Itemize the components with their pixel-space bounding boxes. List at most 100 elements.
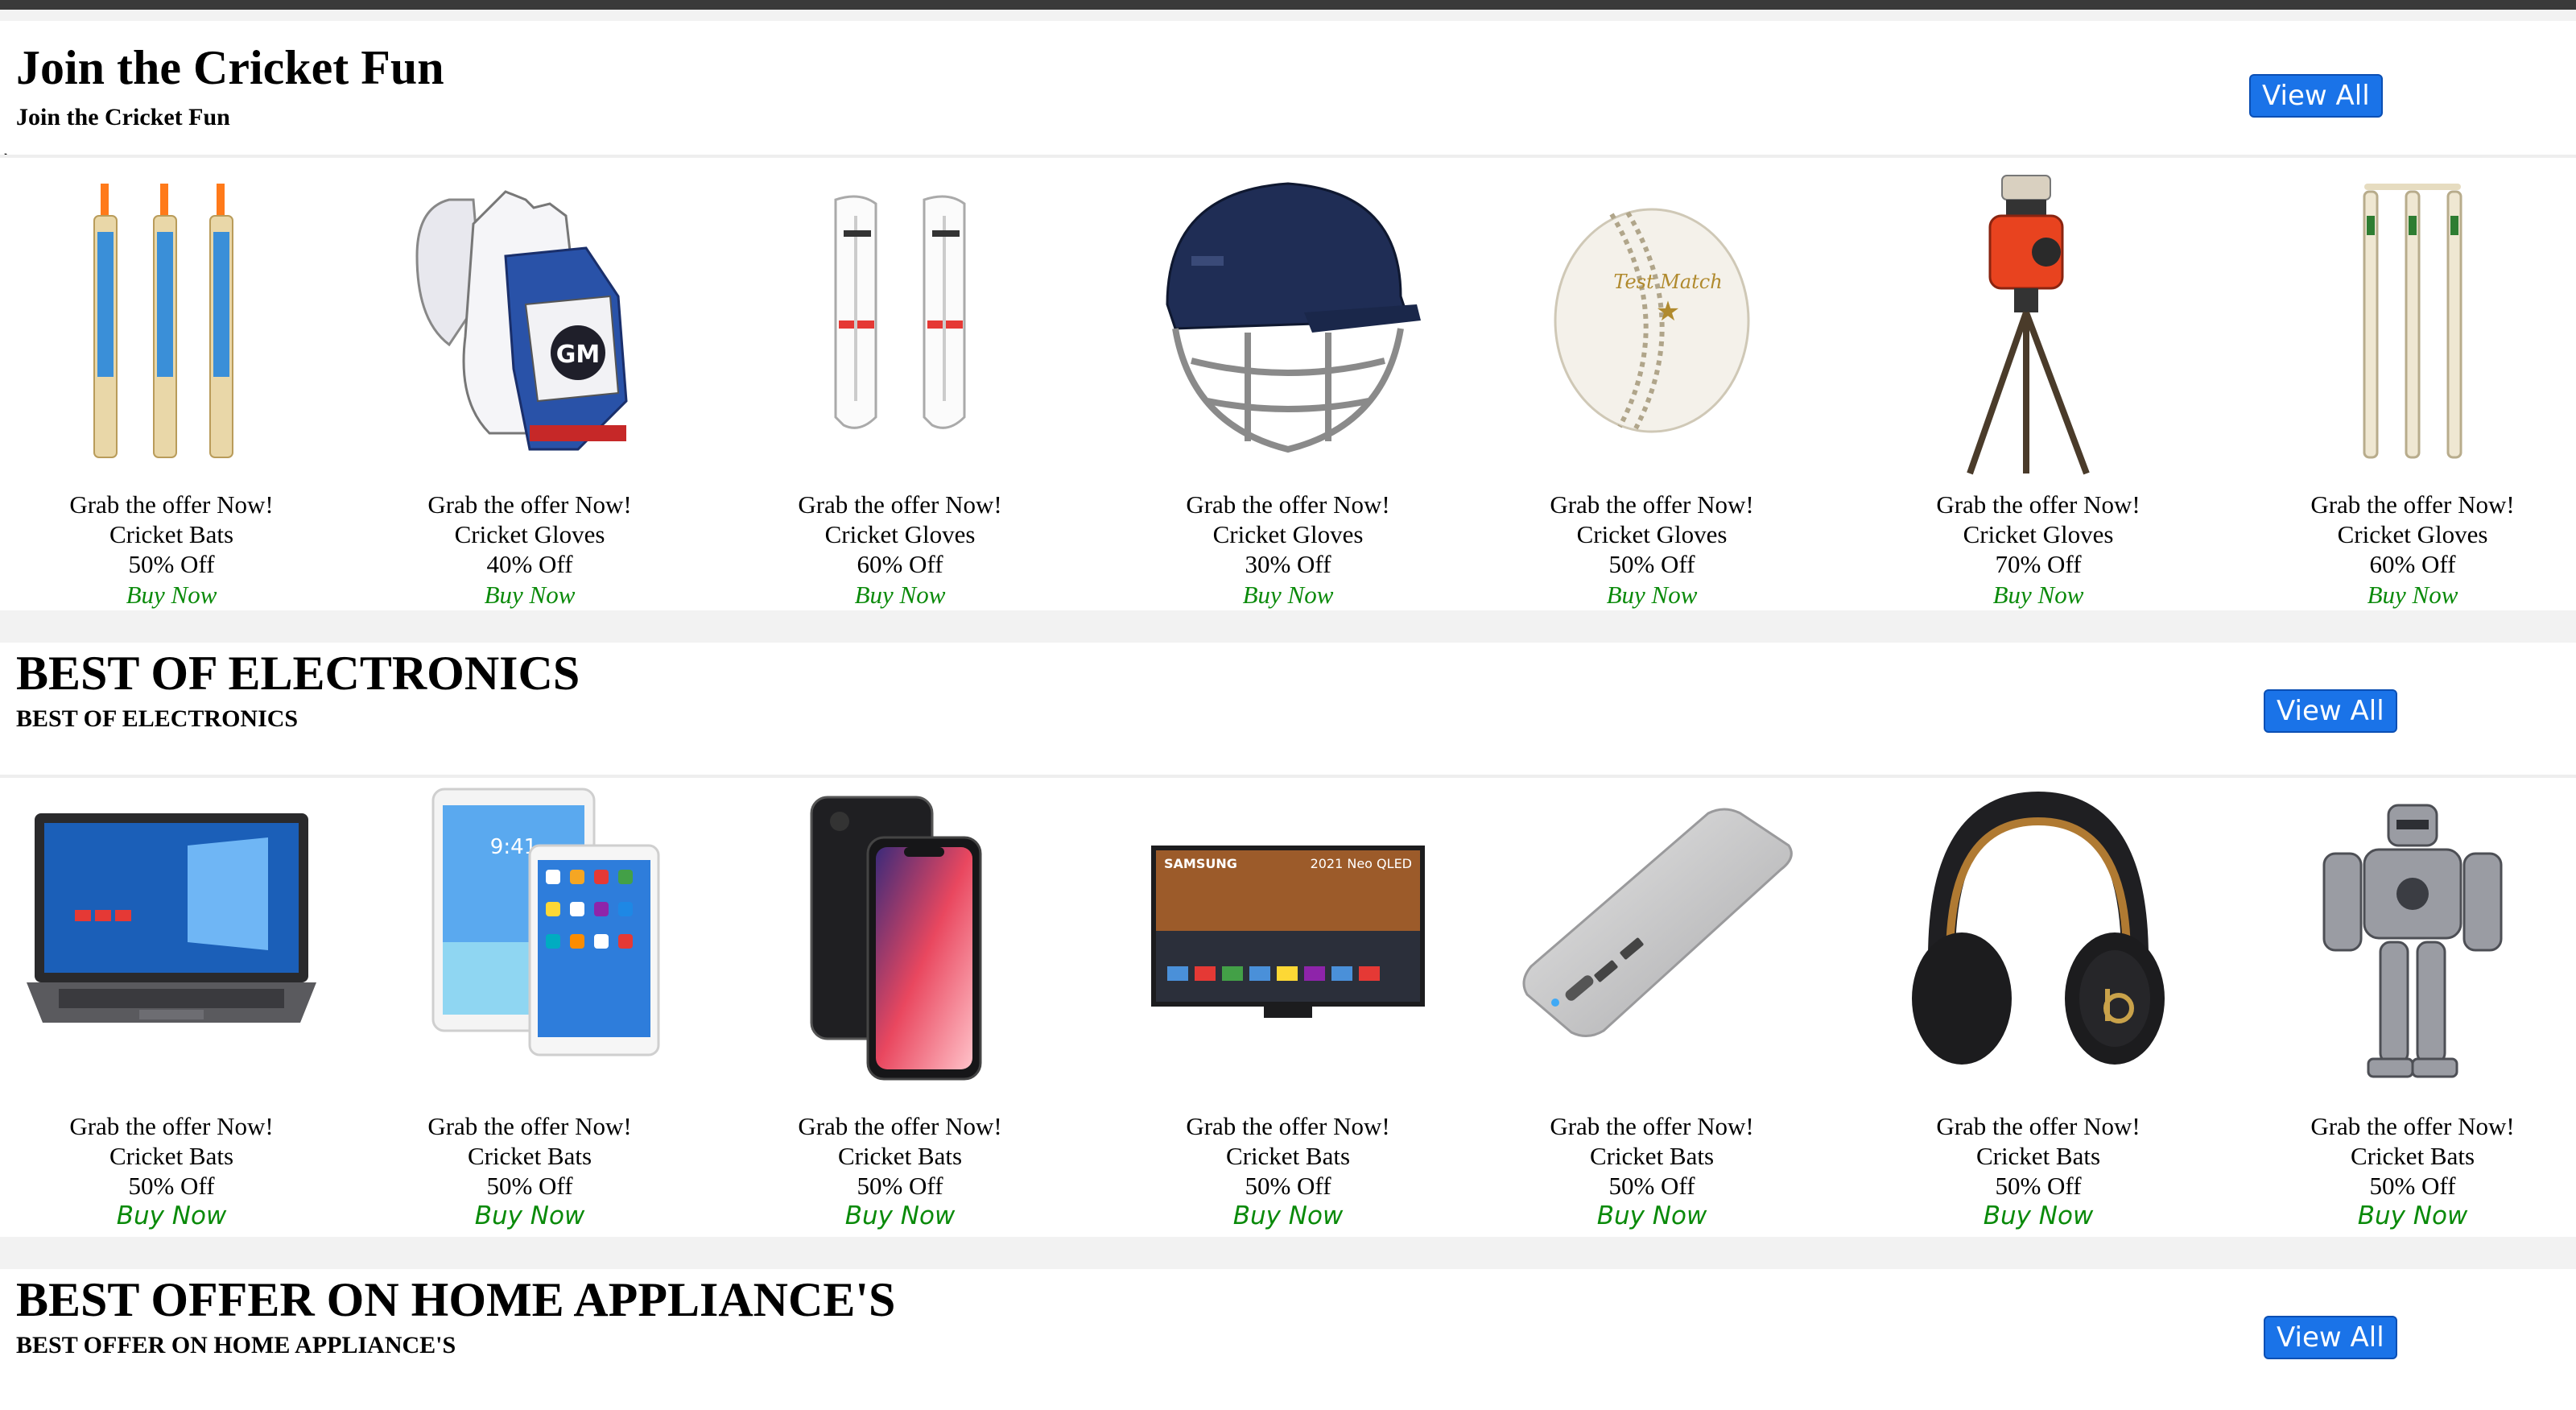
section-title: BEST OF ELECTRONICS xyxy=(16,647,580,700)
television-icon: SAMSUNG 2021 Neo QLED xyxy=(1143,781,1433,1103)
cricket-bats-icon xyxy=(27,159,316,482)
product-discount: 50% Off xyxy=(1608,1172,1695,1200)
product-discount: 50% Off xyxy=(128,550,215,578)
section-header: BEST OF ELECTRONICS BEST OF ELECTRONICS … xyxy=(0,643,2576,771)
cricket-helmet-icon xyxy=(1143,159,1433,482)
product-name: Cricket Gloves xyxy=(454,520,605,548)
section-subtitle: Join the Cricket Fun xyxy=(16,104,230,130)
product-discount: 50% Off xyxy=(128,1172,215,1200)
section-subtitle: BEST OF ELECTRONICS xyxy=(16,705,299,732)
cricket-ball-icon: Test Match ★ xyxy=(1507,159,1797,482)
product-tagline: Grab the offer Now! xyxy=(1550,1112,1754,1140)
svg-text:★: ★ xyxy=(1656,296,1680,328)
laptop-icon xyxy=(27,781,316,1103)
section-title: Join the Cricket Fun xyxy=(16,41,444,94)
browser-top-edge xyxy=(0,0,2576,10)
buy-now-link[interactable]: Buy Now xyxy=(10,1201,332,1231)
section-subtitle: BEST OFFER ON HOME APPLIANCE'S xyxy=(16,1332,456,1358)
product-tagline: Grab the offer Now! xyxy=(1936,490,2140,519)
product-card[interactable]: Grab the offer Now! Cricket Gloves 60% O… xyxy=(739,159,1061,610)
product-tagline: Grab the offer Now! xyxy=(1936,1112,2140,1140)
buy-now-link[interactable]: Buy Now xyxy=(10,580,332,610)
product-card[interactable]: Grab the offer Now! Cricket Bats 50% Off… xyxy=(10,781,332,1232)
product-discount: 70% Off xyxy=(1995,550,2082,578)
product-name: Cricket Bats xyxy=(1225,1142,1351,1170)
bowling-machine-icon xyxy=(1893,159,2183,482)
robot-toy-icon xyxy=(2268,781,2557,1103)
product-name: Cricket Bats xyxy=(1975,1142,2101,1170)
section-cricket: Join the Cricket Fun Join the Cricket Fu… xyxy=(0,21,2576,610)
product-name: Cricket Bats xyxy=(109,1142,234,1170)
svg-text:2021 Neo QLED: 2021 Neo QLED xyxy=(1311,856,1412,871)
buy-now-link[interactable]: Buy Now xyxy=(1877,580,2199,610)
product-card[interactable]: Grab the offer Now! Cricket Bats 50% Off… xyxy=(739,781,1061,1232)
product-tagline: Grab the offer Now! xyxy=(798,1112,1002,1140)
section-header: BEST OFFER ON HOME APPLIANCE'S BEST OFFE… xyxy=(0,1269,2576,1398)
buy-now-link[interactable]: Buy Now xyxy=(2252,580,2574,610)
buy-now-link[interactable]: Buy Now xyxy=(1127,1201,1449,1231)
product-name: Cricket Gloves xyxy=(1576,520,1728,548)
product-tagline: Grab the offer Now! xyxy=(1550,490,1754,519)
buy-now-link[interactable]: Buy Now xyxy=(1491,580,1813,610)
product-card[interactable]: GM Grab the offer Now! Cricket Gloves 40… xyxy=(369,159,691,610)
product-card[interactable]: Test Match ★ Grab the offer Now! Cricket… xyxy=(1491,159,1813,610)
buy-now-link[interactable]: Buy Now xyxy=(1877,1201,2199,1231)
product-tagline: Grab the offer Now! xyxy=(1186,1112,1390,1140)
product-card[interactable]: Grab the offer Now! Cricket Bats 50% Off… xyxy=(1491,781,1813,1232)
product-name: Cricket Bats xyxy=(837,1142,963,1170)
buy-now-link[interactable]: Buy Now xyxy=(739,1201,1061,1231)
product-card[interactable]: Grab the offer Now! Cricket Gloves 30% O… xyxy=(1127,159,1449,610)
view-all-button[interactable]: View All xyxy=(2264,1316,2397,1359)
product-name: Cricket Bats xyxy=(1589,1142,1715,1170)
buy-now-link[interactable]: Buy Now xyxy=(2252,1201,2574,1231)
batting-pads-icon xyxy=(755,159,1045,482)
product-name: Cricket Gloves xyxy=(824,520,976,548)
view-all-button[interactable]: View All xyxy=(2264,689,2397,733)
buy-now-link[interactable]: Buy Now xyxy=(1491,1201,1813,1231)
product-tagline: Grab the offer Now! xyxy=(427,490,632,519)
product-card[interactable]: Grab the offer Now! Cricket Gloves 70% O… xyxy=(1877,159,2199,610)
cricket-stumps-icon xyxy=(2268,159,2557,482)
section-title: BEST OFFER ON HOME APPLIANCE'S xyxy=(16,1273,896,1326)
buy-now-link[interactable]: Buy Now xyxy=(369,1201,691,1231)
product-card[interactable]: SAMSUNG 2021 Neo QLED Grab the offer Now… xyxy=(1127,781,1449,1232)
product-discount: 40% Off xyxy=(486,550,573,578)
product-discount: 50% Off xyxy=(1608,550,1695,578)
product-name: Cricket Gloves xyxy=(1963,520,2114,548)
product-name: Cricket Gloves xyxy=(2337,520,2488,548)
product-tagline: Grab the offer Now! xyxy=(69,1112,274,1140)
product-discount: 60% Off xyxy=(857,550,943,578)
svg-text:GM: GM xyxy=(556,341,600,369)
svg-text:Test Match: Test Match xyxy=(1613,271,1722,293)
product-discount: 30% Off xyxy=(1245,550,1331,578)
product-discount: 50% Off xyxy=(857,1172,943,1200)
product-card[interactable]: Grab the offer Now! Cricket Gloves 60% O… xyxy=(2252,159,2574,610)
buy-now-link[interactable]: Buy Now xyxy=(739,580,1061,610)
product-tagline: Grab the offer Now! xyxy=(1186,490,1390,519)
section-header: Join the Cricket Fun Join the Cricket Fu… xyxy=(0,21,2576,172)
smartphone-icon xyxy=(755,781,1045,1103)
product-card[interactable]: Grab the offer Now! Cricket Bats 50% Off… xyxy=(10,159,332,610)
view-all-button[interactable]: View All xyxy=(2249,74,2383,118)
product-name: Cricket Bats xyxy=(467,1142,592,1170)
product-discount: 50% Off xyxy=(1245,1172,1331,1200)
buy-now-link[interactable]: Buy Now xyxy=(369,580,691,610)
power-bank-icon xyxy=(1507,781,1797,1103)
product-tagline: Grab the offer Now! xyxy=(2310,1112,2515,1140)
product-card[interactable]: 9:41 Grab the offer Now! Cricket Bats 50… xyxy=(369,781,691,1232)
product-card[interactable]: Grab the offer Now! Cricket Bats 50% Off… xyxy=(2252,781,2574,1232)
product-tagline: Grab the offer Now! xyxy=(427,1112,632,1140)
product-discount: 50% Off xyxy=(2369,1172,2456,1200)
product-row: Grab the offer Now! Cricket Bats 50% Off… xyxy=(0,781,2576,1232)
product-card[interactable]: Grab the offer Now! Cricket Bats 50% Off… xyxy=(1877,781,2199,1232)
buy-now-link[interactable]: Buy Now xyxy=(1127,580,1449,610)
tablet-icon: 9:41 xyxy=(385,781,675,1103)
section-home-appliances: BEST OFFER ON HOME APPLIANCE'S BEST OFFE… xyxy=(0,1269,2576,1410)
product-tagline: Grab the offer Now! xyxy=(798,490,1002,519)
product-discount: 50% Off xyxy=(486,1172,573,1200)
section-divider xyxy=(0,775,2576,778)
product-tagline: Grab the offer Now! xyxy=(2310,490,2515,519)
product-name: Cricket Gloves xyxy=(1212,520,1364,548)
product-name: Cricket Bats xyxy=(2350,1142,2475,1170)
headphones-icon xyxy=(1893,781,2183,1103)
